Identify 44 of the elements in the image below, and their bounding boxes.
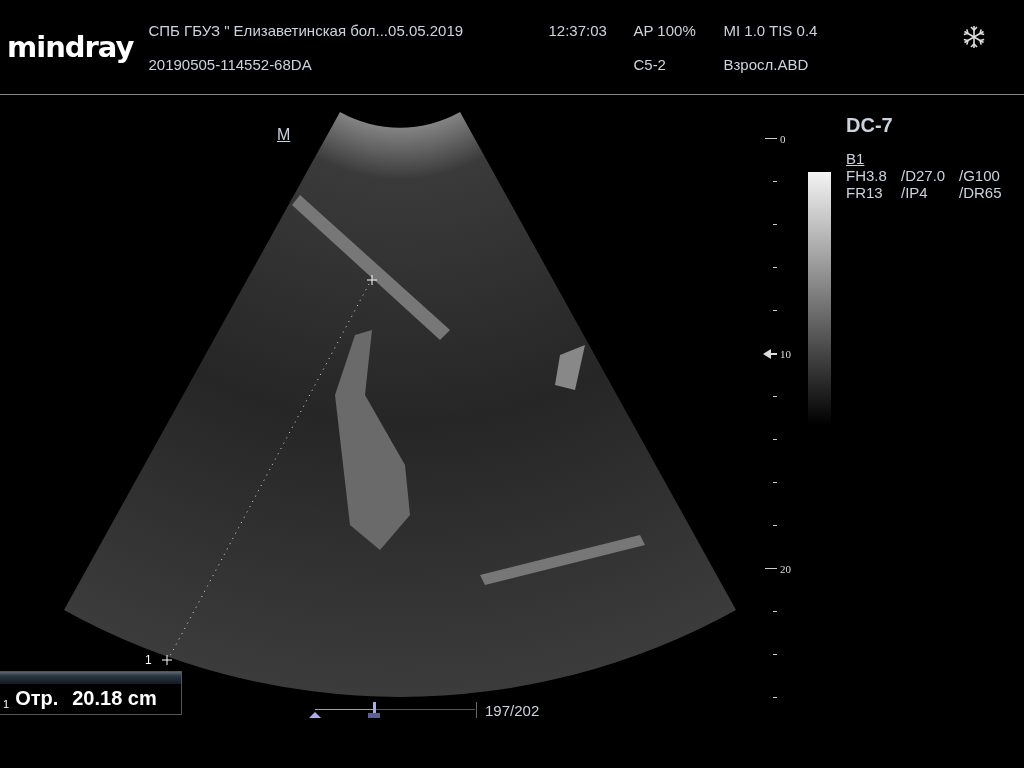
- depth-label: 0: [780, 132, 786, 145]
- header-info: Взросл.ABD: [723, 55, 810, 73]
- tick-mark: [773, 654, 777, 655]
- tick-mark: [773, 310, 777, 311]
- parameter-value: FR13: [846, 184, 884, 201]
- logo: mindray: [7, 30, 134, 64]
- imaging-mode: B1: [846, 150, 866, 167]
- start-marker-icon: [309, 712, 321, 718]
- freeze-icon[interactable]: [961, 24, 987, 50]
- crosshair-icon[interactable]: [366, 274, 378, 286]
- header-info: C5-2: [633, 55, 667, 73]
- parameter-value: /IP4: [901, 184, 929, 201]
- tick-mark: [773, 697, 777, 698]
- measurement-label: Отр.: [15, 687, 59, 710]
- depth-label: 10: [780, 347, 791, 360]
- caliper-label: 1: [145, 653, 152, 667]
- depth-label: 20: [780, 562, 791, 575]
- tick-mark: [773, 396, 777, 397]
- tick-mark: [765, 568, 777, 569]
- header-info: 12:37:03: [548, 21, 608, 39]
- frame-counter: 197/202: [485, 702, 540, 719]
- tick-mark: [765, 138, 777, 139]
- header-info: MI 1.0 TIS 0.4: [723, 21, 819, 39]
- tick-mark: [773, 439, 777, 440]
- header-info: AP 100%: [633, 21, 697, 39]
- measurement-index: 1: [3, 698, 10, 710]
- tick-mark: [773, 482, 777, 483]
- exam-date: 05.05.2019: [388, 21, 464, 39]
- tick-mark: [773, 611, 777, 612]
- parameter-value: FH3.8: [846, 167, 888, 184]
- probe-name: DC-7: [846, 114, 894, 137]
- tick-mark: [773, 267, 777, 268]
- parameter-value: /DR65: [959, 184, 1003, 201]
- orientation-mark: M: [277, 126, 291, 144]
- tick-mark: [773, 525, 777, 526]
- parameter-value: /D27.0: [901, 167, 947, 184]
- measurement-value: 20.18 cm: [72, 687, 157, 710]
- tick-mark: [773, 224, 777, 225]
- cine-slider[interactable]: [309, 700, 477, 718]
- hospital-name: СПБ ГБУЗ " Елизаветинская бол...: [148, 21, 389, 39]
- patient-id: 20190505-114552-68DA: [148, 55, 313, 73]
- crosshair-icon[interactable]: [161, 654, 173, 666]
- tick-mark: [773, 181, 777, 182]
- parameter-value: /G100: [959, 167, 1001, 184]
